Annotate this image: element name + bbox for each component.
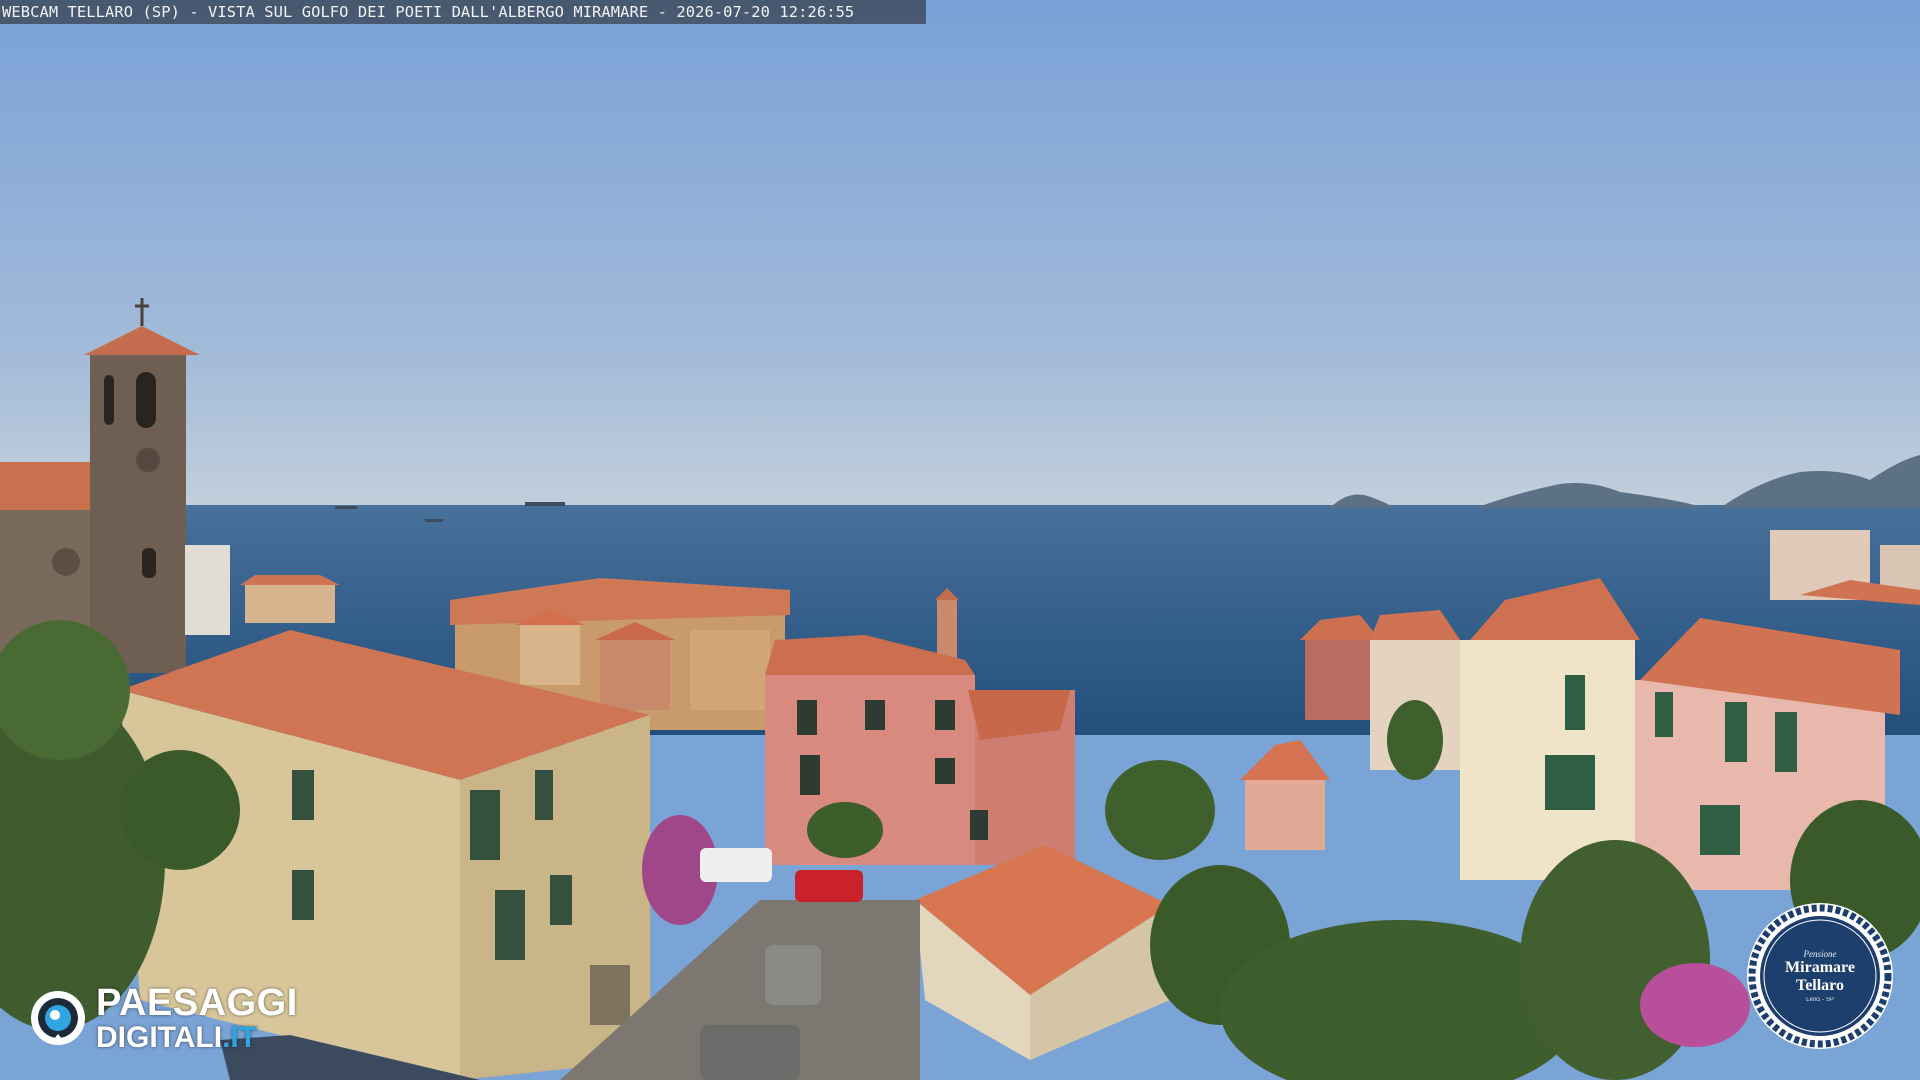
- badge-bottom-text: Lerici - SP: [1806, 997, 1834, 1003]
- paesaggi-digitali-logo: PAESAGGI DIGITALI .IT: [28, 984, 328, 1052]
- badge-title-line2: Tellaro: [1795, 977, 1844, 994]
- badge-small-text: Pensione: [1803, 949, 1837, 959]
- hotel-badge: Pensione Miramare Tellaro Lerici - SP: [1745, 901, 1895, 1051]
- webcam-scene: [0, 0, 1920, 1080]
- logo-line1: PAESAGGI: [96, 981, 298, 1024]
- sky: [0, 0, 1920, 508]
- logo-line2-suffix: .IT: [222, 1020, 258, 1054]
- logo-line2: DIGITALI: [96, 1020, 223, 1054]
- bell-tower: [84, 298, 200, 673]
- badge-title-line1: Miramare: [1785, 959, 1855, 976]
- webcam-caption-bar: WEBCAM TELLARO (SP) - VISTA SUL GOLFO DE…: [0, 0, 926, 24]
- eye-logo-icon: [31, 991, 85, 1045]
- webcam-caption: WEBCAM TELLARO (SP) - VISTA SUL GOLFO DE…: [2, 3, 855, 21]
- center-roof-house: [915, 845, 1170, 1060]
